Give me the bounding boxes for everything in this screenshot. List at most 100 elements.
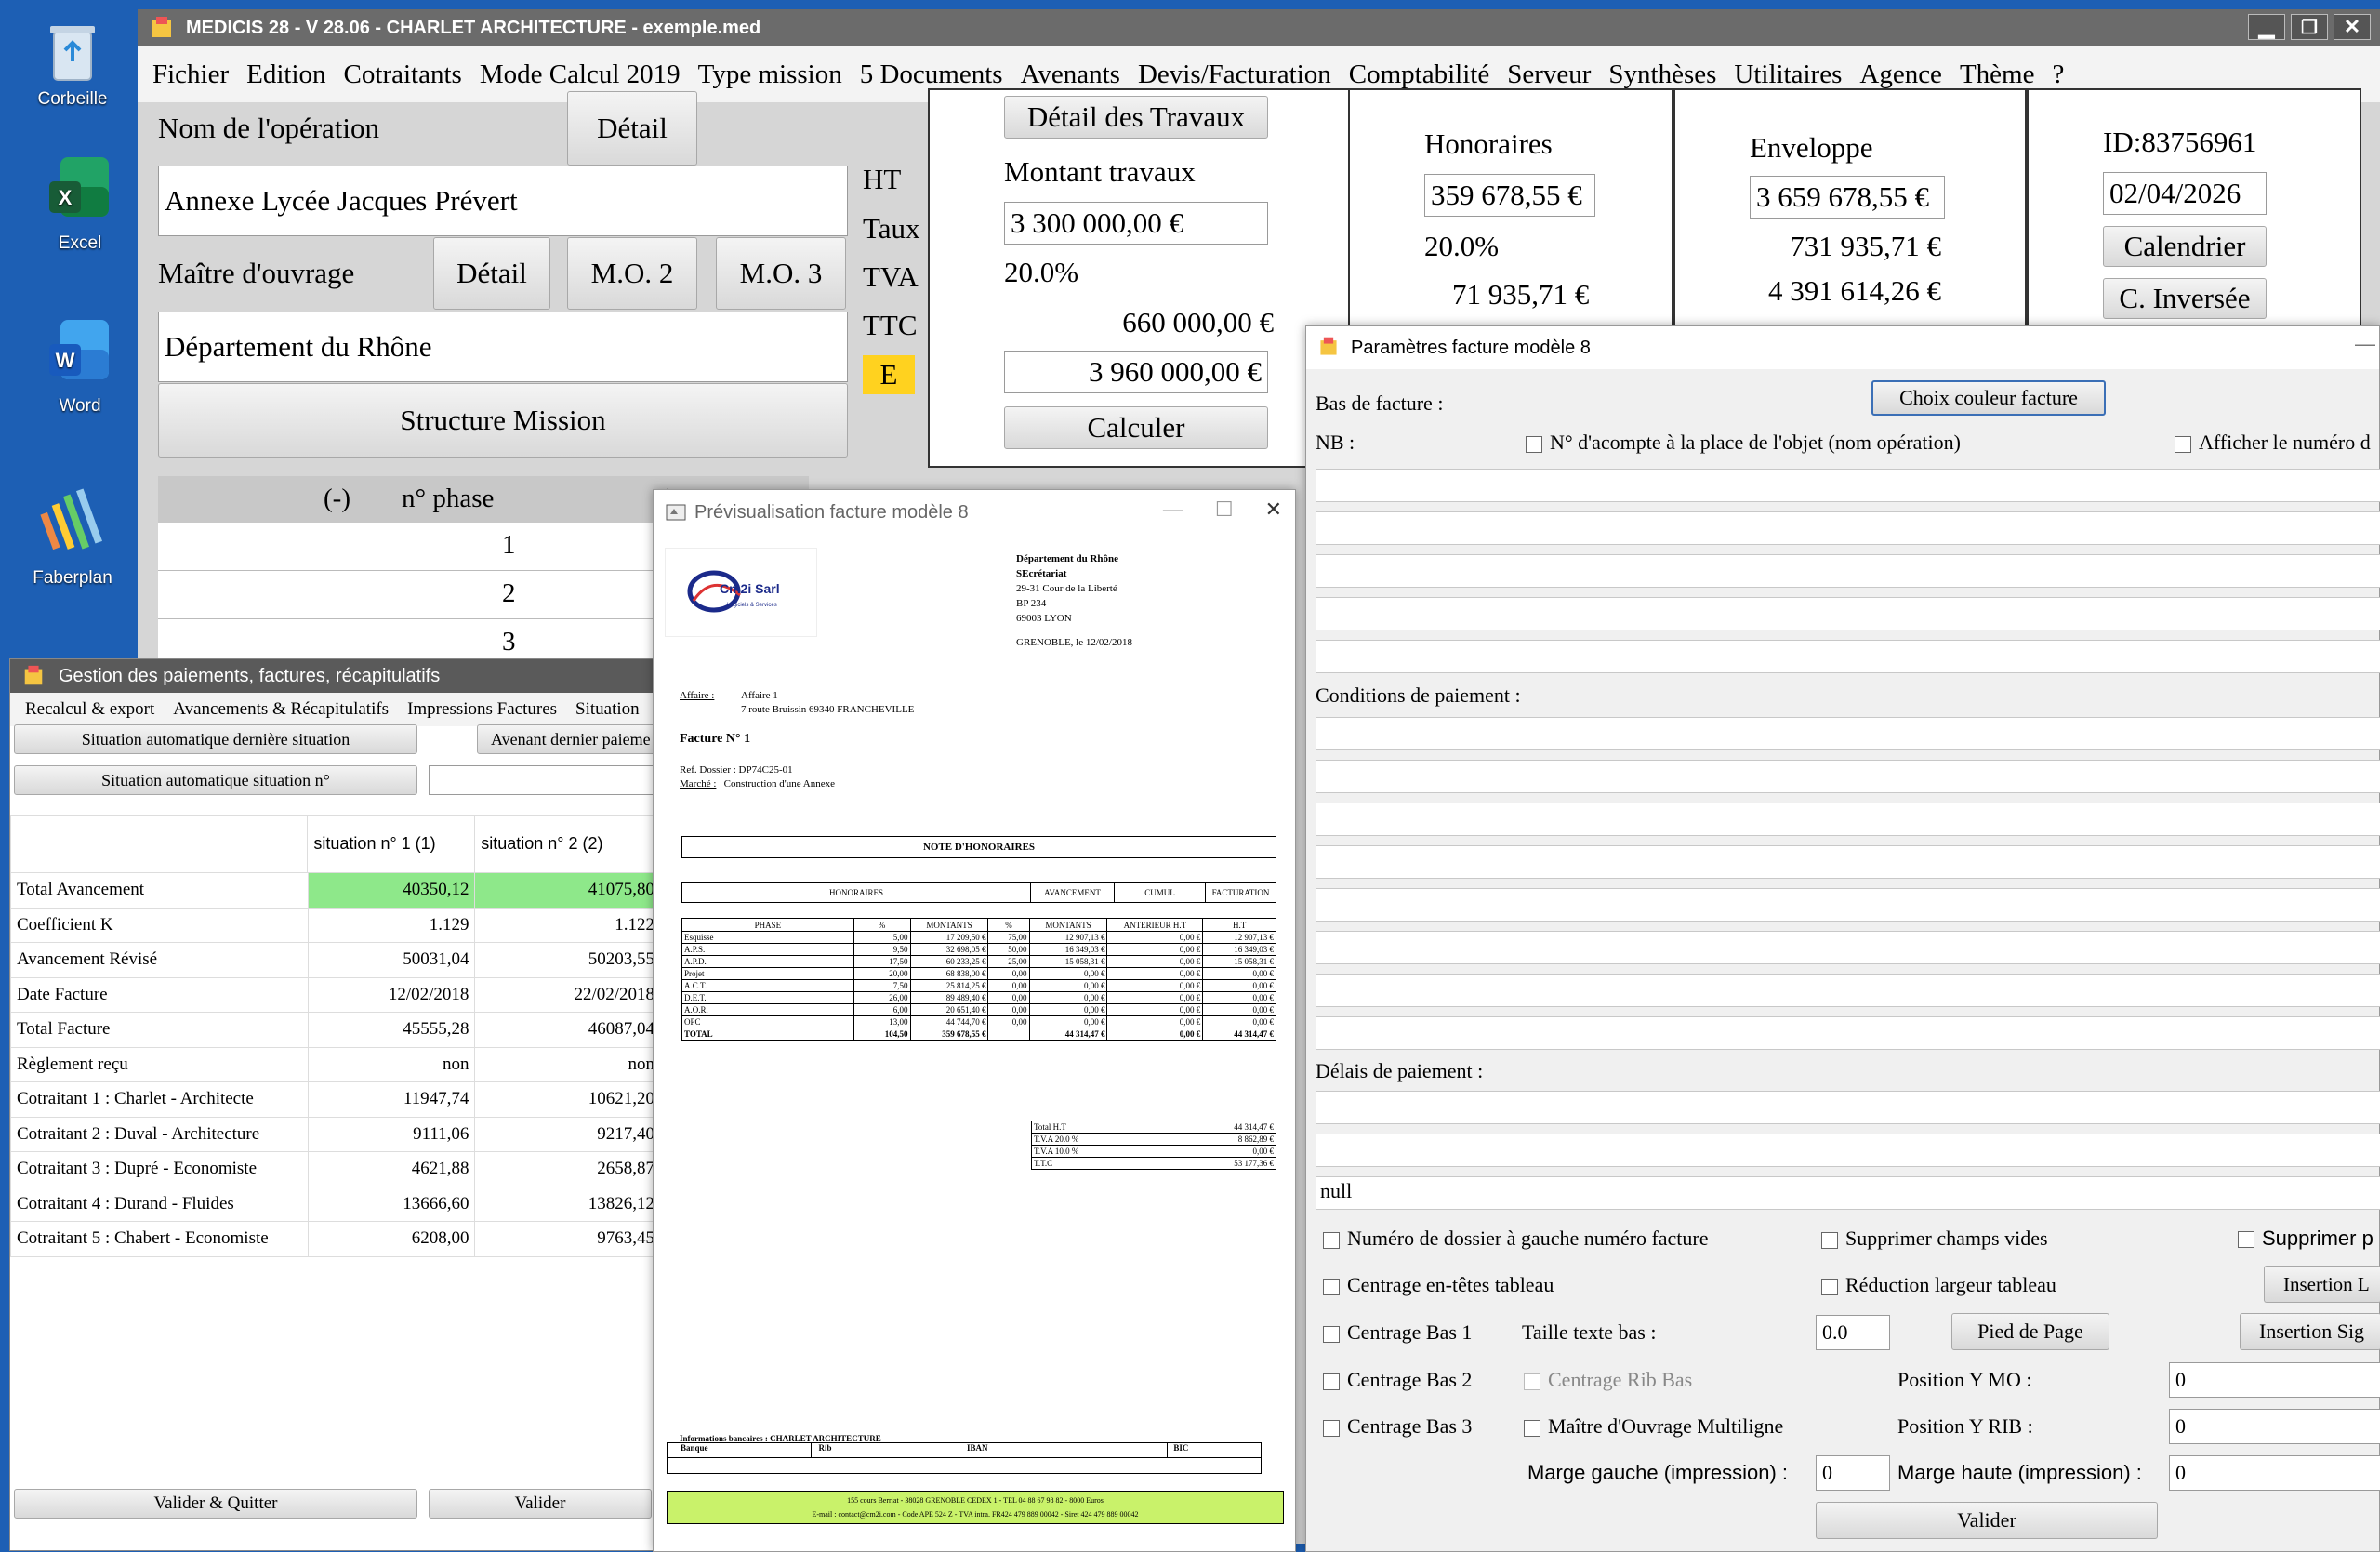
chk-dossier[interactable]: Numéro de dossier à gauche numéro factur… (1323, 1227, 1709, 1251)
row-value[interactable]: non (474, 1046, 661, 1082)
menu-utilitaires[interactable]: Utilitaires (1734, 60, 1842, 90)
situation-n-input[interactable] (429, 765, 663, 795)
e-badge[interactable]: E (863, 355, 915, 394)
chk-centrage-tetes[interactable]: Centrage en-têtes tableau (1323, 1273, 1554, 1297)
situation-row[interactable]: Coefficient K 1.129 1.122 (10, 907, 661, 943)
row-value[interactable]: 9111,06 (307, 1116, 476, 1152)
auto-last-situation-button[interactable]: Situation automatique dernière situation (14, 724, 417, 754)
row-value[interactable]: 10621,20 (474, 1081, 661, 1118)
pos-mo-field[interactable]: 0 (2169, 1362, 2380, 1398)
row-value[interactable]: 46087,04 (474, 1012, 661, 1048)
structure-mission-button[interactable]: Structure Mission (158, 383, 848, 458)
menu-documents[interactable]: 5 Documents (860, 60, 1003, 90)
menu-serveur[interactable]: Serveur (1507, 60, 1591, 90)
mo3-button[interactable]: M.O. 3 (716, 237, 846, 310)
situation-row[interactable]: Total Facture 45555,28 46087,04 (10, 1012, 661, 1048)
chk-suppr-vides[interactable]: Supprimer champs vides (1821, 1227, 2048, 1251)
menu-comptabilite[interactable]: Comptabilité (1349, 60, 1489, 90)
insertion-sig-button[interactable]: Insertion Sig (2240, 1313, 2380, 1350)
pied-page-button[interactable]: Pied de Page (1951, 1313, 2109, 1350)
row-value[interactable]: 9217,40 (474, 1116, 661, 1152)
valider-button[interactable]: Valider (429, 1489, 652, 1519)
nb-line-1[interactable] (1316, 469, 2380, 502)
marge-gauche-field[interactable]: 0 (1816, 1455, 1890, 1491)
delais-line-2[interactable] (1316, 1134, 2380, 1167)
montant-travaux-field[interactable]: 3 300 000,00 € (1004, 202, 1268, 245)
nb-line-2[interactable] (1316, 511, 2380, 545)
chk-bas2[interactable]: Centrage Bas 2 (1323, 1368, 1472, 1392)
valider-quitter-button[interactable]: Valider & Quitter (14, 1489, 417, 1519)
menu-theme[interactable]: Thème (1960, 60, 2035, 90)
insertion-l-button[interactable]: Insertion L (2264, 1266, 2380, 1303)
minimize-button[interactable]: ▁ (2248, 14, 2285, 40)
column-header[interactable]: situation n° 1 (1) (307, 815, 476, 873)
situation-row[interactable]: Cotraitant 5 : Chabert - Economiste 6208,… (10, 1221, 661, 1257)
afficher-checkbox[interactable]: Afficher le numéro d (2175, 431, 2371, 455)
gmenu-recalcul[interactable]: Recalcul & export (25, 699, 154, 720)
maximize-button[interactable]: ☐ (1215, 497, 1234, 522)
travaux-ttc-field[interactable]: 3 960 000,00 € (1004, 351, 1268, 393)
conditions-line-4[interactable] (1316, 845, 2380, 879)
calculer-button[interactable]: Calculer (1004, 406, 1268, 449)
chk-bas3[interactable]: Centrage Bas 3 (1323, 1414, 1472, 1439)
nb-line-3[interactable] (1316, 554, 2380, 588)
desktop-icon-corbeille[interactable]: Corbeille (17, 19, 128, 110)
detail-travaux-button[interactable]: Détail des Travaux (1004, 96, 1268, 139)
row-value[interactable]: 1.122 (474, 907, 661, 943)
minimize-button[interactable]: — (1163, 497, 1183, 522)
operation-field[interactable]: Annexe Lycée Jacques Prévert (158, 166, 848, 236)
situation-row[interactable]: Cotraitant 3 : Dupré - Economiste 4621,88… (10, 1151, 661, 1187)
row-value[interactable]: 40350,12 (307, 872, 476, 909)
gmenu-avancements[interactable]: Avancements & Récapitulatifs (173, 699, 389, 720)
honoraires-field[interactable]: 359 678,55 € (1424, 174, 1595, 217)
operation-detail-button[interactable]: Détail (567, 91, 697, 166)
menu-agence[interactable]: Agence (1859, 60, 1942, 90)
desktop-icon-excel[interactable]: X Excel (24, 153, 136, 254)
row-value[interactable]: 13666,60 (307, 1186, 476, 1222)
row-value[interactable]: 9763,45 (474, 1221, 661, 1257)
desktop-icon-faberplan[interactable]: Faberplan (17, 479, 128, 589)
marge-haute-field[interactable]: 0 (2169, 1455, 2380, 1491)
pos-rib-field[interactable]: 0 (2169, 1409, 2380, 1444)
row-value[interactable]: 41075,80 (474, 872, 661, 909)
minimize-button[interactable]: — (2355, 332, 2375, 356)
close-button[interactable]: ✕ (2334, 14, 2371, 40)
close-button[interactable]: ✕ (1265, 497, 1282, 522)
menu-cotraitants[interactable]: Cotraitants (344, 60, 462, 90)
situation-row[interactable]: Cotraitant 4 : Durand - Fluides 13666,60 1… (10, 1186, 661, 1222)
gmenu-impressions[interactable]: Impressions Factures (407, 699, 557, 720)
menu-type-mission[interactable]: Type mission (698, 60, 842, 90)
maitre-ouvrage-field[interactable]: Département du Rhône (158, 312, 848, 382)
situation-row[interactable]: Total Avancement 40350,12 41075,80 (10, 872, 661, 909)
calendrier-button[interactable]: Calendrier (2103, 226, 2267, 267)
params-valider-button[interactable]: Valider (1816, 1502, 2158, 1539)
situation-row[interactable]: Règlement reçu non non (10, 1046, 661, 1082)
situation-row[interactable]: Date Facture 12/02/2018 22/02/2018 (10, 976, 661, 1013)
enveloppe-field[interactable]: 3 659 678,55 € (1750, 176, 1945, 219)
menu-avenants[interactable]: Avenants (1021, 60, 1120, 90)
desktop-icon-word[interactable]: W Word (24, 316, 136, 417)
menu-devis-facturation[interactable]: Devis/Facturation (1138, 60, 1331, 90)
row-value[interactable]: 4621,88 (307, 1151, 476, 1187)
mo2-button[interactable]: M.O. 2 (567, 237, 697, 310)
row-value[interactable]: 2658,87 (474, 1151, 661, 1187)
menu-help[interactable]: ? (2052, 60, 2064, 90)
menu-mode-calcul[interactable]: Mode Calcul 2019 (480, 60, 681, 90)
auto-situation-n-button[interactable]: Situation automatique situation n° (14, 765, 417, 795)
maximize-button[interactable]: ❐ (2291, 14, 2328, 40)
row-value[interactable]: 12/02/2018 (307, 976, 476, 1013)
menu-fichier[interactable]: Fichier (152, 60, 229, 90)
menu-edition[interactable]: Edition (246, 60, 325, 90)
chk-bas1[interactable]: Centrage Bas 1 (1323, 1320, 1472, 1345)
date-field[interactable]: 02/04/2026 (2103, 172, 2267, 215)
chk-suppr[interactable]: Supprimer p (2238, 1227, 2373, 1251)
conditions-line-6[interactable] (1316, 931, 2380, 964)
taille-field[interactable]: 0.0 (1816, 1315, 1890, 1350)
situation-row[interactable]: Cotraitant 2 : Duval - Architecture 9111,… (10, 1116, 661, 1152)
choix-couleur-button[interactable]: Choix couleur facture (1871, 380, 2106, 416)
avenant-dernier-button[interactable]: Avenant dernier paieme (477, 724, 663, 754)
conditions-line-1[interactable] (1316, 717, 2380, 750)
conditions-line-3[interactable] (1316, 803, 2380, 836)
conditions-line-8[interactable] (1316, 1016, 2380, 1050)
nb-line-5[interactable] (1316, 640, 2380, 673)
